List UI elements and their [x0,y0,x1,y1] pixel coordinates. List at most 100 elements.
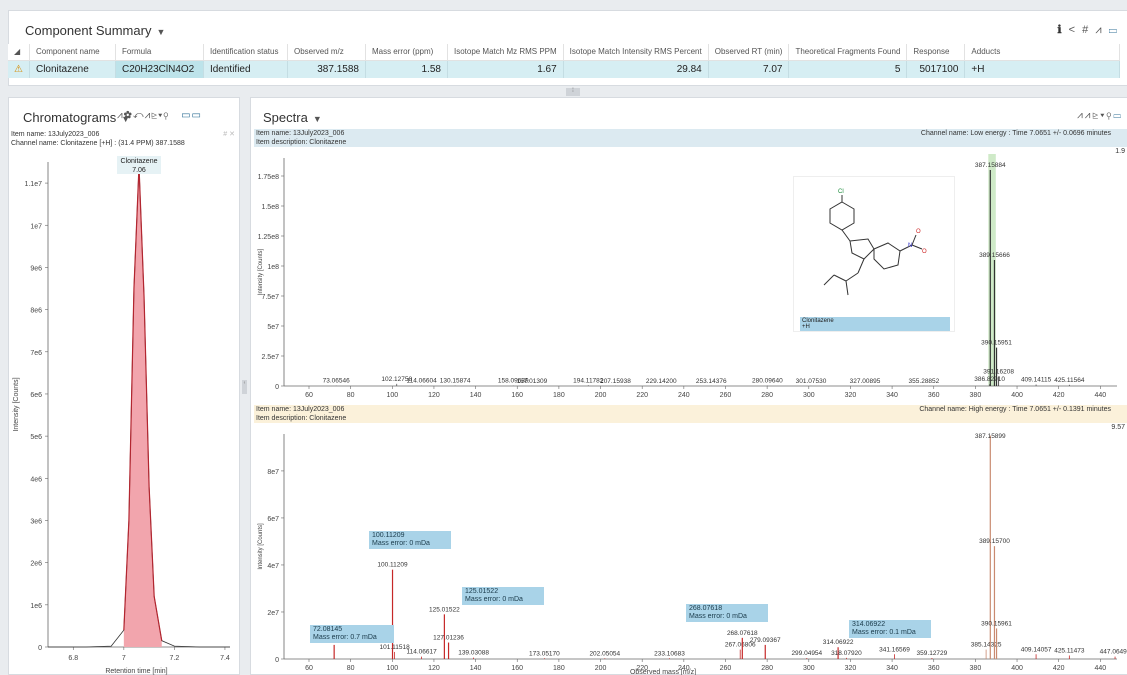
peak-mz-label: 387.15899 [975,433,1006,440]
fragment-mz: 100.11209 [372,532,405,539]
spectra-title[interactable]: Spectra ▼ [263,110,322,125]
cell-rt[interactable]: 7.07 [708,60,790,78]
peak-mz-label: 202.05054 [589,650,620,657]
col-header[interactable]: Isotope Match Intensity RMS Percent [563,44,709,61]
peak-mz-label: 139.03088 [458,650,489,657]
fragment-mz: 125.01522 [465,588,499,595]
share-icon[interactable]: < [1069,24,1077,36]
fragment-label[interactable]: 72.08145 Mass error: 0.7 mDa [310,625,394,643]
low-item-name: Item name: 13July2023_006 [256,130,345,137]
peak-mz-label: 229.14200 [646,378,677,385]
col-header[interactable]: Response [906,44,966,61]
peak-mz-label: 447.06492 [1100,649,1127,656]
hash-icon[interactable]: # [1082,24,1090,36]
y-tick-label: 6e7 [267,516,279,523]
peak-icon[interactable]: ⩘ [1095,24,1103,36]
cell-fragments[interactable]: 5 [788,60,908,78]
cell-iso-int[interactable]: 29.84 [563,60,709,78]
x-tick-label: 160 [511,665,523,672]
high-item-desc: Item description: Clonitazene [256,415,347,422]
peak-mz-label: 391.16208 [983,368,1014,375]
chevron-down-icon[interactable]: ▼ [313,114,322,124]
x-tick-label: 420 [1053,665,1065,672]
sort-corner[interactable]: ◢ [8,44,30,61]
x-tick-label: 7.2 [170,655,180,662]
x-tick-label: 340 [886,665,898,672]
y-tick-label: 4e7 [267,563,279,570]
chevron-down-icon[interactable]: ▼ [156,27,165,37]
undo-icon[interactable]: ↶ [133,110,145,121]
high-channel: Channel name: High energy : Time 7.0651 … [919,406,1111,413]
x-tick-label: 60 [305,392,313,399]
layout-icon[interactable]: ▭ [1113,110,1123,121]
x-tick-label: 440 [1094,665,1106,672]
fragment-label[interactable]: 100.11209 Mass error: 0 mDa [369,531,451,549]
y-tick-label: 1.25e8 [258,234,280,241]
cell-status[interactable]: Identified [203,60,288,78]
y-tick-label: 9e6 [30,265,42,272]
peak-mz-label: 327.00895 [850,378,881,385]
table-row[interactable]: ⚠ Clonitazene C20H23ClN4O2 Identified 38… [8,60,1120,78]
cell-name[interactable]: Clonitazene [29,60,116,78]
x-tick-label: 60 [305,665,313,672]
y-axis-label: Intensity [Counts] [13,377,20,431]
x-tick-label: 260 [720,392,732,399]
col-header[interactable]: Isotope Match Mz RMS PPM [447,44,564,61]
peak-integrate-icon[interactable]: ⩘ [1077,110,1085,121]
layout-icon[interactable]: ▭▭ [181,110,202,121]
peak-mz-label: 318.07920 [831,650,862,657]
y-axis-label: Intensity [Counts] [258,248,264,295]
cell-response[interactable]: 5017100 [906,60,966,78]
col-header[interactable]: Component name [29,44,116,61]
fragment-label[interactable]: 268.07618 Mass error: 0 mDa [686,604,768,622]
chrom-toolbar: ⩘✿↶⩘⊵▾⚲ ▭▭ [117,110,202,121]
layout-icon[interactable]: ▭ [1109,24,1119,36]
low-energy-spectrum[interactable]: 1.75e8 1.5e8 1.25e8 1e8 7.5e7 5e7 2.5e7 0 60 80 10… [254,148,1127,402]
spectra-toolbar: ⩘⩘⊵▾⚲▭ [1077,110,1123,121]
y-tick-label: 6e6 [30,392,42,399]
svg-text:Cl: Cl [838,189,844,195]
cell-formula[interactable]: C20H23ClN4O2 [115,60,204,78]
info-icon[interactable]: ℹ [1057,24,1063,36]
fragment-mass-error: Mass error: 0 mDa [465,596,523,603]
col-header[interactable]: Formula [115,44,204,61]
y-tick-label: 2e7 [267,610,279,617]
peak-mz-label: 253.14376 [696,378,727,385]
cell-iso-mz[interactable]: 1.67 [447,60,564,78]
settings-icon[interactable]: ✿ [124,110,133,121]
x-tick-label: 300 [803,665,815,672]
vertical-splitter[interactable]: ‹ [242,380,247,394]
component-table: ◢ Component name Formula Identification … [8,44,1120,78]
component-summary-title[interactable]: Component Summary ▼ [25,23,165,38]
fragment-label[interactable]: 314.06922 Mass error: 0.1 mDa [849,620,931,638]
y-tick-label: 1e7 [30,223,42,230]
pin-close-icon[interactable]: # ✕ [223,130,235,139]
y-tick-label: 3e6 [30,518,42,525]
chromatogram-chart[interactable]: 1.1e7 1e7 9e6 8e6 7e6 6e6 5e6 4e6 3e6 2e6 1e6 0 6.8 7… [8,150,240,675]
chrom-item-name: Item name: 13July2023_006 [11,131,100,138]
fragment-mass-error: Mass error: 0 mDa [689,613,747,620]
col-header[interactable]: Adducts [964,44,1120,61]
col-header[interactable]: Identification status [203,44,288,61]
y-tick-label: 8e7 [267,469,279,476]
col-header[interactable]: Theoretical Fragments Found [788,44,908,61]
cell-mass-error[interactable]: 1.58 [365,60,448,78]
x-tick-label: 120 [428,392,440,399]
fragment-label[interactable]: 125.01522 Mass error: 0 mDa [462,587,544,605]
horizontal-splitter[interactable]: ⁞ [566,88,580,96]
y-axis-label: Intensity [Counts] [258,523,264,570]
cell-mz[interactable]: 387.1588 [287,60,366,78]
peak-integrate-icon[interactable]: ⩘ [117,110,124,121]
col-header[interactable]: Observed m/z [287,44,366,61]
peak-mz-label: 268.07618 [727,630,758,637]
col-header[interactable]: Mass error (ppm) [365,44,448,61]
zoom-icon[interactable]: ⚲ [163,110,169,121]
peak-mz-label: 173.05170 [529,650,560,657]
y-tick-label: 1e6 [30,603,42,610]
x-tick-label: 420 [1053,392,1065,399]
chromatograms-title[interactable]: Chromatograms ▼ [23,110,130,125]
cell-adducts[interactable]: +H [964,60,1120,78]
col-header[interactable]: Observed RT (min) [708,44,790,61]
fragment-mz: 314.06922 [852,621,886,628]
x-tick-label: 80 [347,392,355,399]
